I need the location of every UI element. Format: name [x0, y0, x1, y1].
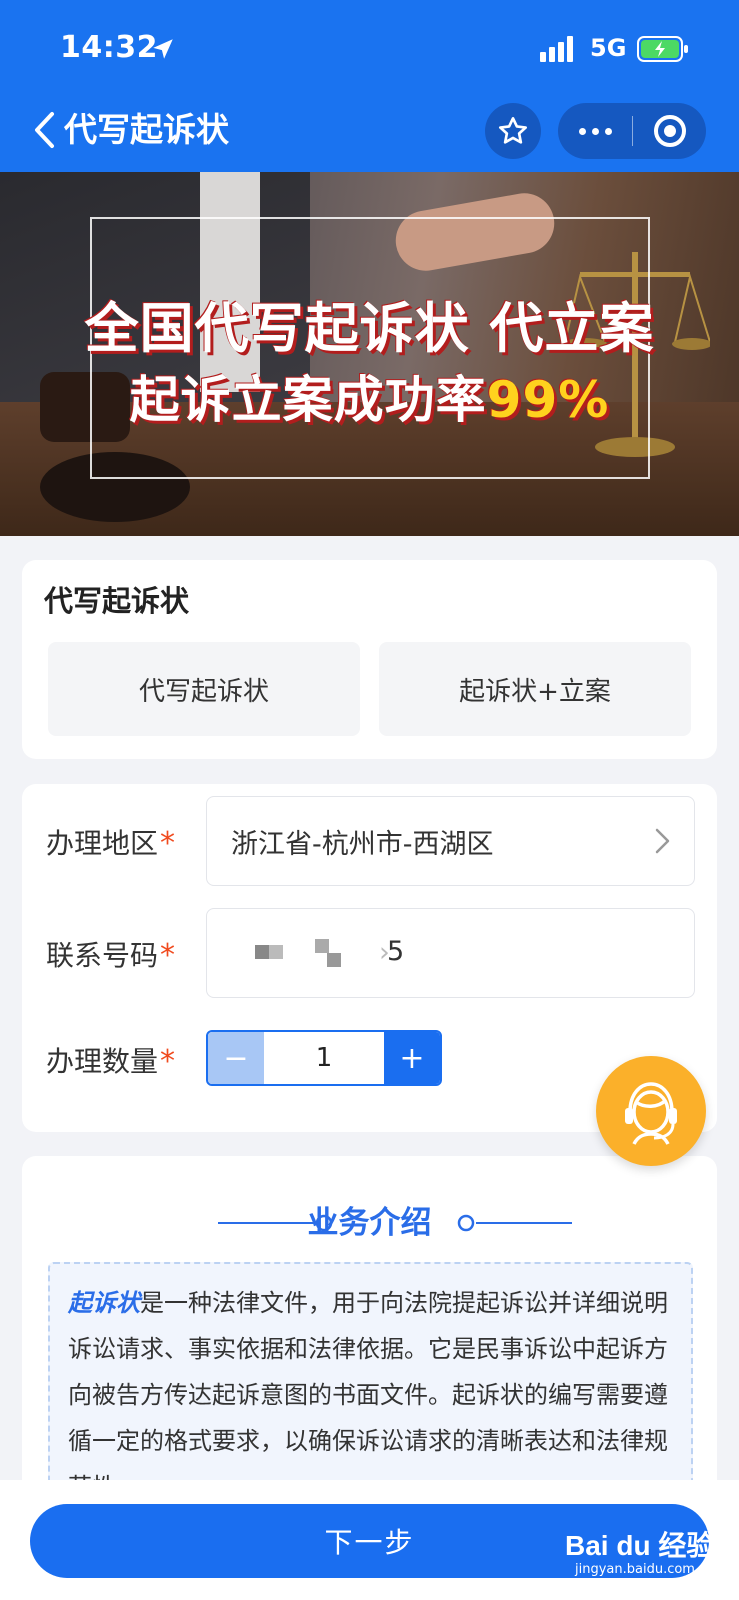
region-value: 浙江省-杭州市-西湖区 — [231, 828, 494, 860]
privacy-mosaic — [327, 953, 341, 967]
baidu-jingyan-watermark: Bai du 经验 jingyan.baidu.com — [565, 1524, 725, 1580]
quantity-label-text: 办理数量 — [46, 1045, 159, 1078]
service-title: 代写起诉状 — [44, 584, 190, 618]
more-button[interactable] — [558, 103, 632, 159]
quantity-plus-button[interactable]: + — [384, 1032, 440, 1084]
target-icon — [653, 115, 686, 147]
required-mark: * — [160, 826, 176, 861]
battery-charging-icon — [637, 36, 688, 62]
mini-program-capsule — [558, 103, 706, 159]
phone-label: 联系号码* — [46, 934, 175, 974]
region-label: 办理地区* — [46, 822, 175, 862]
quantity-value[interactable]: 1 — [264, 1032, 384, 1084]
header: 14:32 5G 代写起诉状 — [0, 0, 739, 172]
headset-agent-icon — [625, 1082, 677, 1145]
phone-input[interactable]: › 5 — [206, 908, 695, 998]
phone-label-text: 联系号码 — [46, 939, 159, 972]
region-select[interactable]: 浙江省-杭州市-西湖区 — [206, 796, 695, 886]
watermark-main: Bai du 经验 — [565, 1530, 715, 1561]
back-button[interactable] — [26, 108, 62, 152]
signal-icon — [540, 36, 573, 62]
page-title: 代写起诉状 — [64, 110, 229, 149]
status-bar: 14:32 5G — [0, 0, 739, 90]
star-icon — [499, 117, 527, 144]
privacy-mosaic — [269, 945, 283, 959]
title-decoration-right — [457, 1214, 572, 1232]
banner-subheadline: 起诉立案成功率99% — [0, 360, 739, 432]
banner-success-rate: 99% — [486, 371, 610, 429]
phone-value: 5 — [387, 936, 405, 967]
intro-title: 业务介绍 — [307, 1205, 432, 1241]
network-type: 5G — [590, 34, 627, 62]
service-card: 代写起诉状 代写起诉状 起诉状+立案 — [22, 560, 717, 759]
chevron-left-icon — [35, 112, 54, 148]
intro-text: 是一种法律文件，用于向法院提起诉讼并详细说明诉讼请求、事实依据和法律依据。它是民… — [68, 1289, 668, 1501]
region-label-text: 办理地区 — [46, 827, 159, 860]
quantity-label: 办理数量* — [46, 1040, 175, 1080]
intro-header: 业务介绍 — [22, 1198, 717, 1248]
banner-headline: 全国代写起诉状 代立案 — [84, 297, 655, 360]
status-time: 14:32 — [60, 30, 158, 65]
option-write-complaint[interactable]: 代写起诉状 — [48, 642, 360, 736]
more-dot — [604, 127, 612, 135]
intro-keyword: 起诉状 — [68, 1289, 140, 1317]
location-arrow-icon — [153, 39, 173, 59]
option-complaint-and-filing[interactable]: 起诉状+立案 — [379, 642, 691, 736]
privacy-mosaic — [315, 939, 329, 953]
quantity-stepper: − 1 + — [206, 1030, 442, 1086]
customer-service-button[interactable] — [596, 1056, 706, 1166]
required-mark: * — [160, 938, 176, 973]
quantity-minus-button[interactable]: − — [208, 1032, 264, 1084]
favorite-button[interactable] — [485, 103, 541, 159]
promo-banner[interactable]: 全国代写起诉状 代立案 起诉立案成功率99% — [0, 172, 739, 536]
more-dot — [578, 127, 586, 135]
watermark-url: jingyan.baidu.com — [575, 1562, 695, 1577]
privacy-mosaic — [255, 945, 269, 959]
intro-content: 起诉状是一种法律文件，用于向法院提起诉讼并详细说明诉讼请求、事实依据和法律依据。… — [48, 1262, 693, 1512]
banner-subheadline-text: 起诉立案成功率 — [129, 371, 487, 429]
required-mark: * — [160, 1044, 176, 1079]
chevron-right-icon — [655, 828, 670, 854]
close-miniprogram-button[interactable] — [633, 103, 706, 159]
more-dot — [591, 127, 599, 135]
